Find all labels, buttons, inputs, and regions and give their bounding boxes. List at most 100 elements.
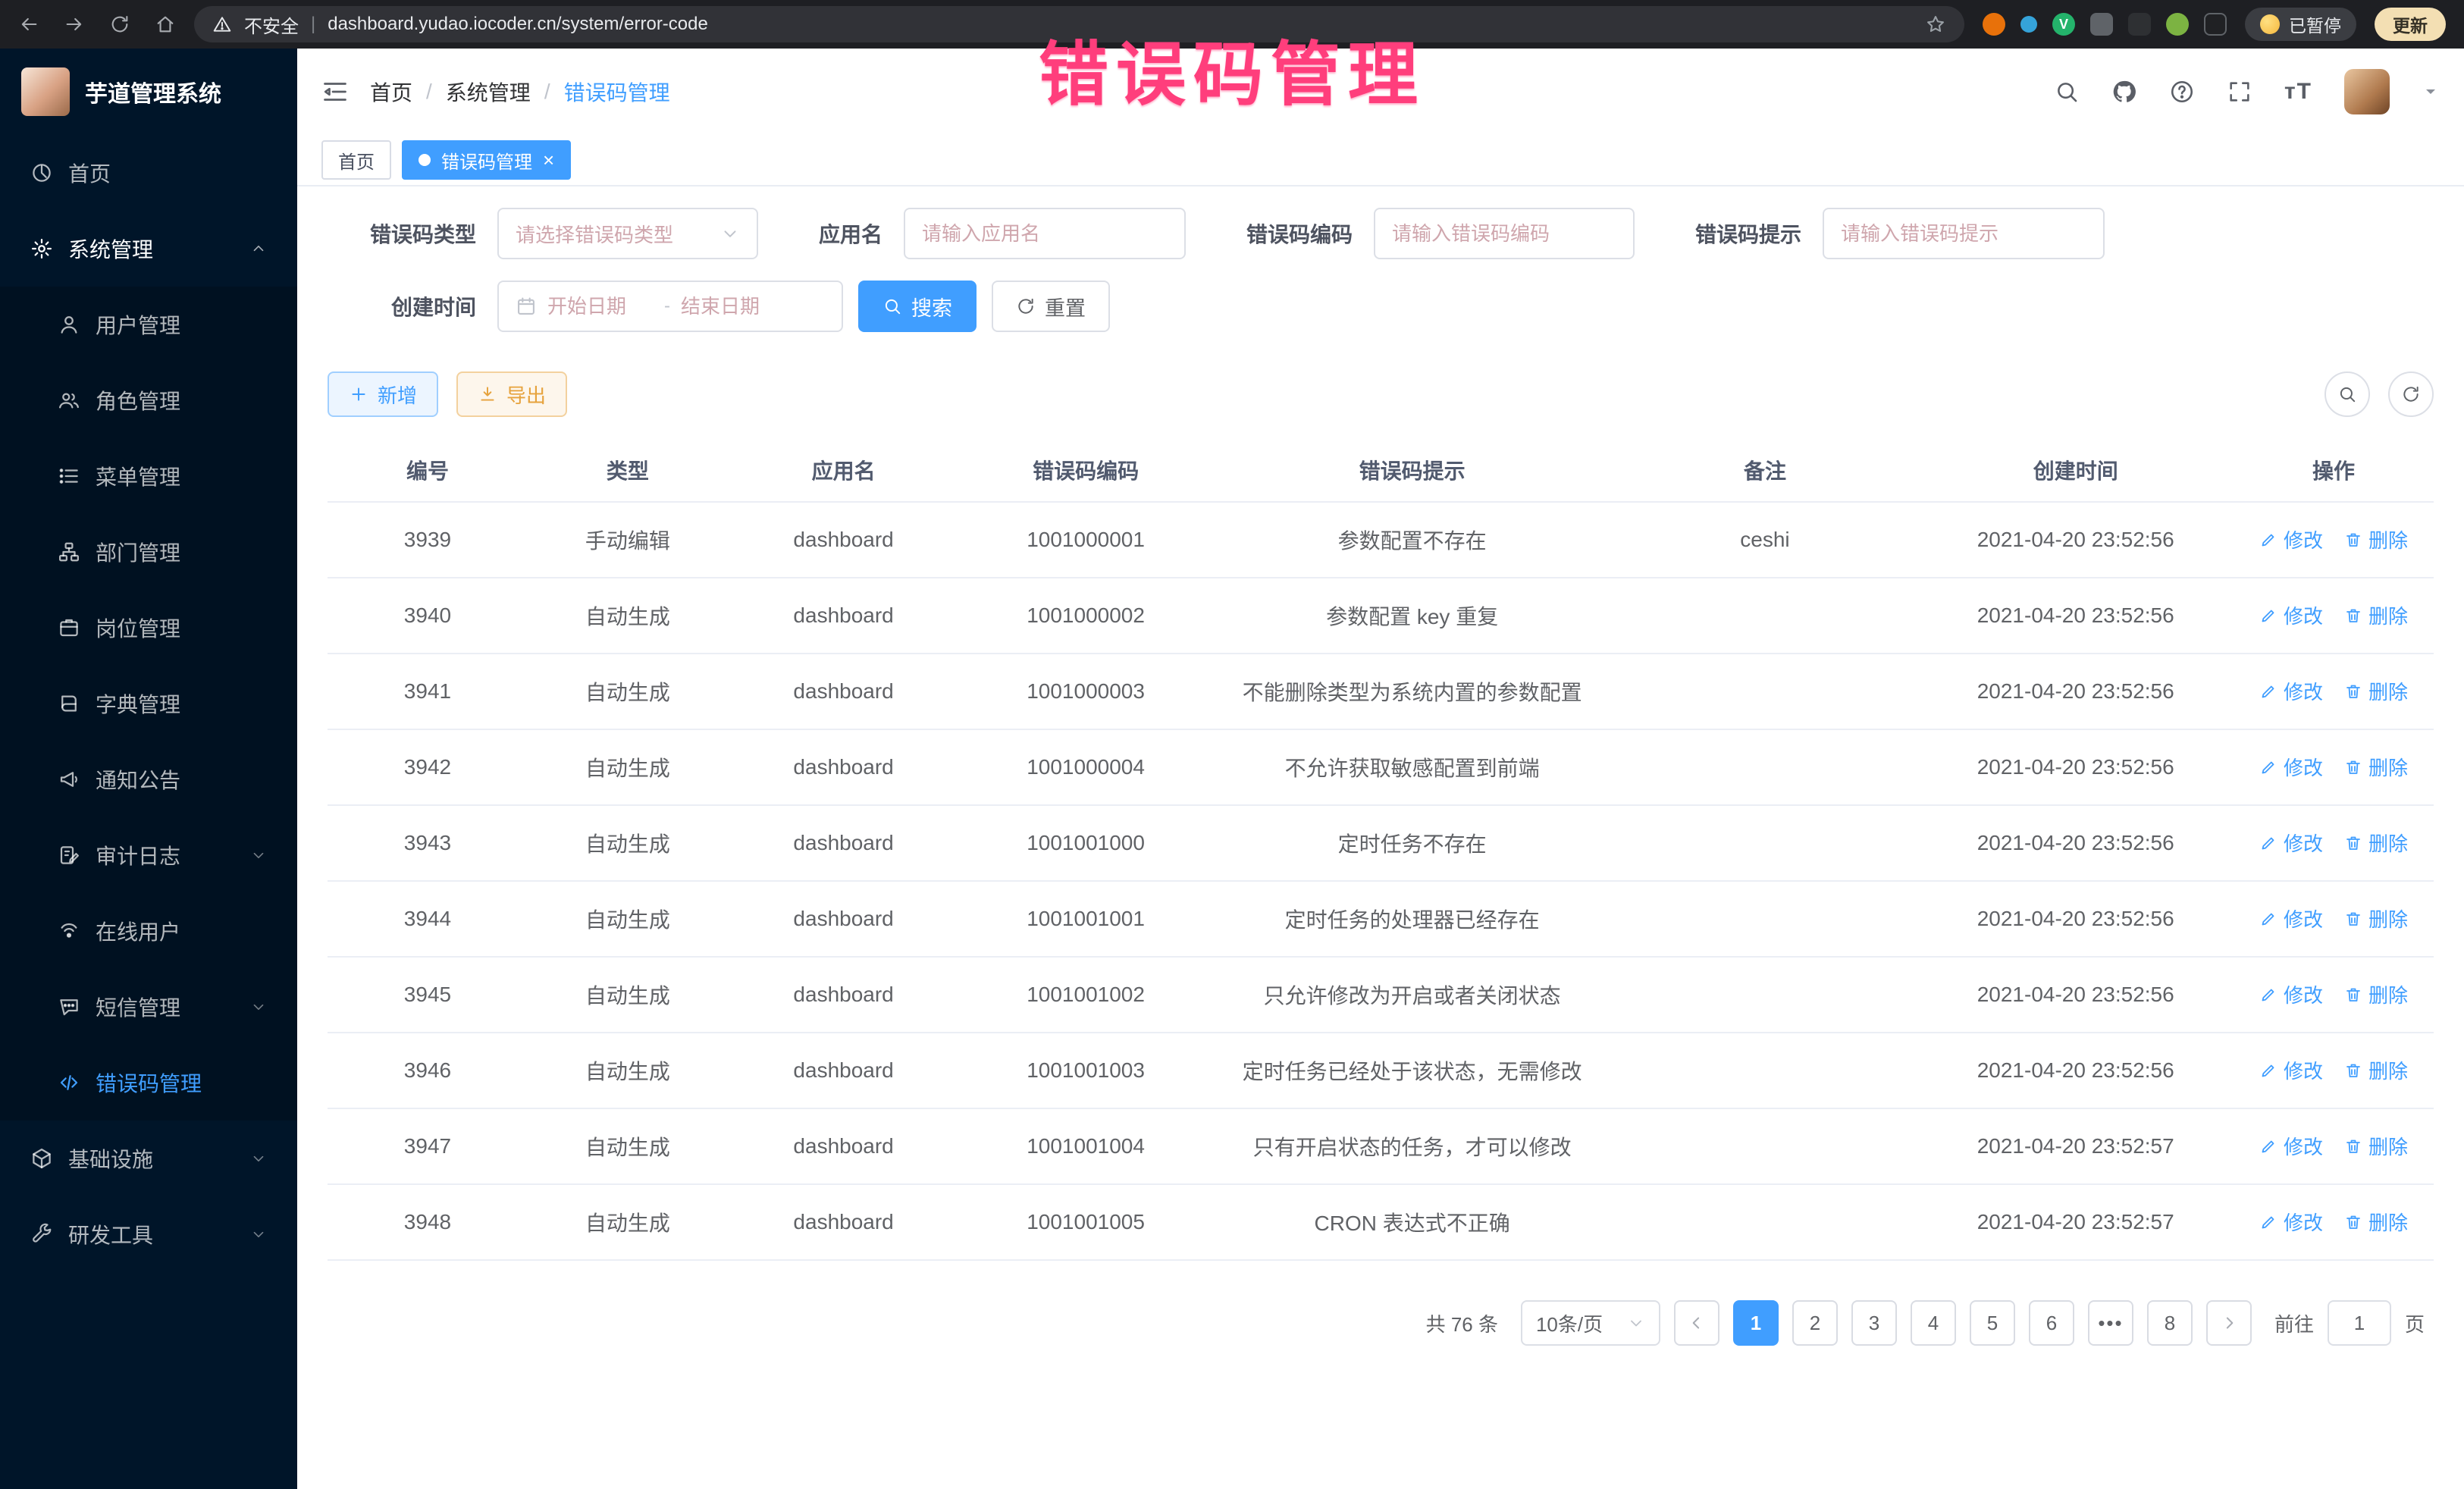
extension-icon-leaf[interactable] [2166, 13, 2189, 36]
delete-link[interactable]: 删除 [2344, 677, 2408, 705]
close-icon[interactable]: × [543, 150, 554, 170]
caret-down-icon[interactable] [2422, 83, 2440, 101]
search-icon[interactable] [2054, 79, 2080, 105]
page-button-4[interactable]: 4 [1911, 1300, 1956, 1346]
edit-link[interactable]: 修改 [2259, 601, 2323, 629]
menu-fold-icon[interactable] [321, 78, 349, 105]
export-button[interactable]: 导出 [456, 371, 567, 417]
sidebar-item-notice[interactable]: 通知公告 [0, 741, 297, 817]
delete-icon [2344, 682, 2362, 701]
sidebar-item-devtool[interactable]: 研发工具 [0, 1196, 297, 1272]
sidebar-item-system[interactable]: 系统管理 [0, 211, 297, 287]
page-button-5[interactable]: 5 [1970, 1300, 2015, 1346]
refresh-table-button[interactable] [2388, 371, 2434, 417]
sidebar-item-errorcode[interactable]: 错误码管理 [0, 1045, 297, 1121]
delete-link[interactable]: 删除 [2344, 753, 2408, 781]
delete-link[interactable]: 删除 [2344, 1056, 2408, 1084]
home-icon[interactable] [155, 14, 176, 35]
error-type-select[interactable]: 请选择错误码类型 [497, 208, 758, 259]
breadcrumb-system[interactable]: 系统管理 [446, 77, 531, 107]
sidebar-item-online[interactable]: 在线用户 [0, 893, 297, 969]
bookmark-star-icon[interactable] [1925, 14, 1946, 35]
extension-icon-green[interactable]: V [2052, 13, 2075, 36]
extension-icon-red[interactable] [1983, 13, 2005, 36]
edit-link[interactable]: 修改 [2259, 1208, 2323, 1236]
breadcrumb-separator: / [426, 80, 432, 104]
toggle-search-button[interactable] [2324, 371, 2370, 417]
reload-icon[interactable] [109, 14, 130, 35]
sidebar-item-label: 字典管理 [96, 688, 267, 719]
delete-link[interactable]: 删除 [2344, 829, 2408, 857]
tab-home[interactable]: 首页 [321, 140, 391, 180]
extension-icon-blue[interactable] [2020, 16, 2037, 33]
delete-link[interactable]: 删除 [2344, 904, 2408, 933]
update-button[interactable]: 更新 [2375, 8, 2446, 41]
help-icon[interactable] [2169, 79, 2195, 105]
edit-link[interactable]: 修改 [2259, 980, 2323, 1008]
page-buttons: 123456 ••• 8 [1733, 1300, 2193, 1346]
edit-link[interactable]: 修改 [2259, 677, 2323, 705]
error-hint-input[interactable] [1823, 208, 2105, 259]
avatar[interactable] [2344, 69, 2390, 114]
sidebar-item-dict[interactable]: 字典管理 [0, 666, 297, 741]
next-page-button[interactable] [2206, 1300, 2252, 1346]
delete-link[interactable]: 删除 [2344, 1132, 2408, 1160]
page-button-6[interactable]: 6 [2029, 1300, 2074, 1346]
reset-button[interactable]: 重置 [992, 281, 1110, 332]
extension-icon-dark[interactable] [2128, 13, 2151, 36]
add-label: 新增 [378, 381, 417, 409]
cell-type: 自动生成 [528, 1033, 728, 1108]
chevron-down-icon [1627, 1314, 1645, 1332]
create-time-range[interactable]: - [497, 281, 843, 332]
edit-link[interactable]: 修改 [2259, 1056, 2323, 1084]
delete-link[interactable]: 删除 [2344, 980, 2408, 1008]
app-name-input[interactable] [904, 208, 1186, 259]
extensions-puzzle-icon[interactable] [2090, 13, 2113, 36]
back-icon[interactable] [18, 14, 39, 35]
sidebar-item-audit[interactable]: 审计日志 [0, 817, 297, 893]
edit-link-label: 修改 [2284, 1208, 2323, 1236]
sidebar-item-post[interactable]: 岗位管理 [0, 590, 297, 666]
extension-icon-pin[interactable] [2204, 13, 2227, 36]
end-date-input[interactable] [681, 295, 787, 318]
delete-link[interactable]: 删除 [2344, 1208, 2408, 1236]
page-button-2[interactable]: 2 [1792, 1300, 1838, 1346]
sidebar-item-dept[interactable]: 部门管理 [0, 514, 297, 590]
prev-page-button[interactable] [1674, 1300, 1719, 1346]
cell-remark [1613, 957, 1918, 1033]
sidebar-item-menu[interactable]: 菜单管理 [0, 438, 297, 514]
search-button[interactable]: 搜索 [858, 281, 977, 332]
sidebar-item-role[interactable]: 角色管理 [0, 362, 297, 438]
sidebar-item-user[interactable]: 用户管理 [0, 287, 297, 362]
page-button-8[interactable]: 8 [2147, 1300, 2193, 1346]
sidebar-item-infra[interactable]: 基础设施 [0, 1121, 297, 1196]
page-ellipsis[interactable]: ••• [2088, 1300, 2133, 1346]
page-button-1[interactable]: 1 [1733, 1300, 1779, 1346]
delete-link[interactable]: 删除 [2344, 601, 2408, 629]
cell-code: 1001001004 [959, 1108, 1212, 1184]
edit-link[interactable]: 修改 [2259, 1132, 2323, 1160]
edit-link[interactable]: 修改 [2259, 753, 2323, 781]
tab-error-code[interactable]: 错误码管理 × [402, 140, 571, 180]
delete-link[interactable]: 删除 [2344, 525, 2408, 553]
page-button-3[interactable]: 3 [1851, 1300, 1897, 1346]
error-code-input[interactable] [1374, 208, 1635, 259]
font-size-icon[interactable]: тT [2284, 79, 2312, 105]
start-date-input[interactable] [547, 295, 654, 318]
edit-link[interactable]: 修改 [2259, 829, 2323, 857]
page-size-select[interactable]: 10条/页 [1521, 1300, 1660, 1346]
breadcrumb-home[interactable]: 首页 [370, 77, 412, 107]
forward-icon[interactable] [64, 14, 85, 35]
github-icon[interactable] [2111, 79, 2137, 105]
fullscreen-icon[interactable] [2227, 79, 2252, 105]
edit-link[interactable]: 修改 [2259, 525, 2323, 553]
cell-actions: 修改删除 [2234, 502, 2434, 578]
paused-badge[interactable]: 已暂停 [2245, 8, 2356, 41]
tab-label: 错误码管理 [441, 147, 532, 174]
cell-time: 2021-04-20 23:52:56 [1917, 654, 2234, 729]
edit-link[interactable]: 修改 [2259, 904, 2323, 933]
add-button[interactable]: 新增 [328, 371, 438, 417]
goto-page-input[interactable] [2328, 1300, 2391, 1346]
sidebar-item-sms[interactable]: 短信管理 [0, 969, 297, 1045]
sidebar-item-home[interactable]: 首页 [0, 135, 297, 211]
